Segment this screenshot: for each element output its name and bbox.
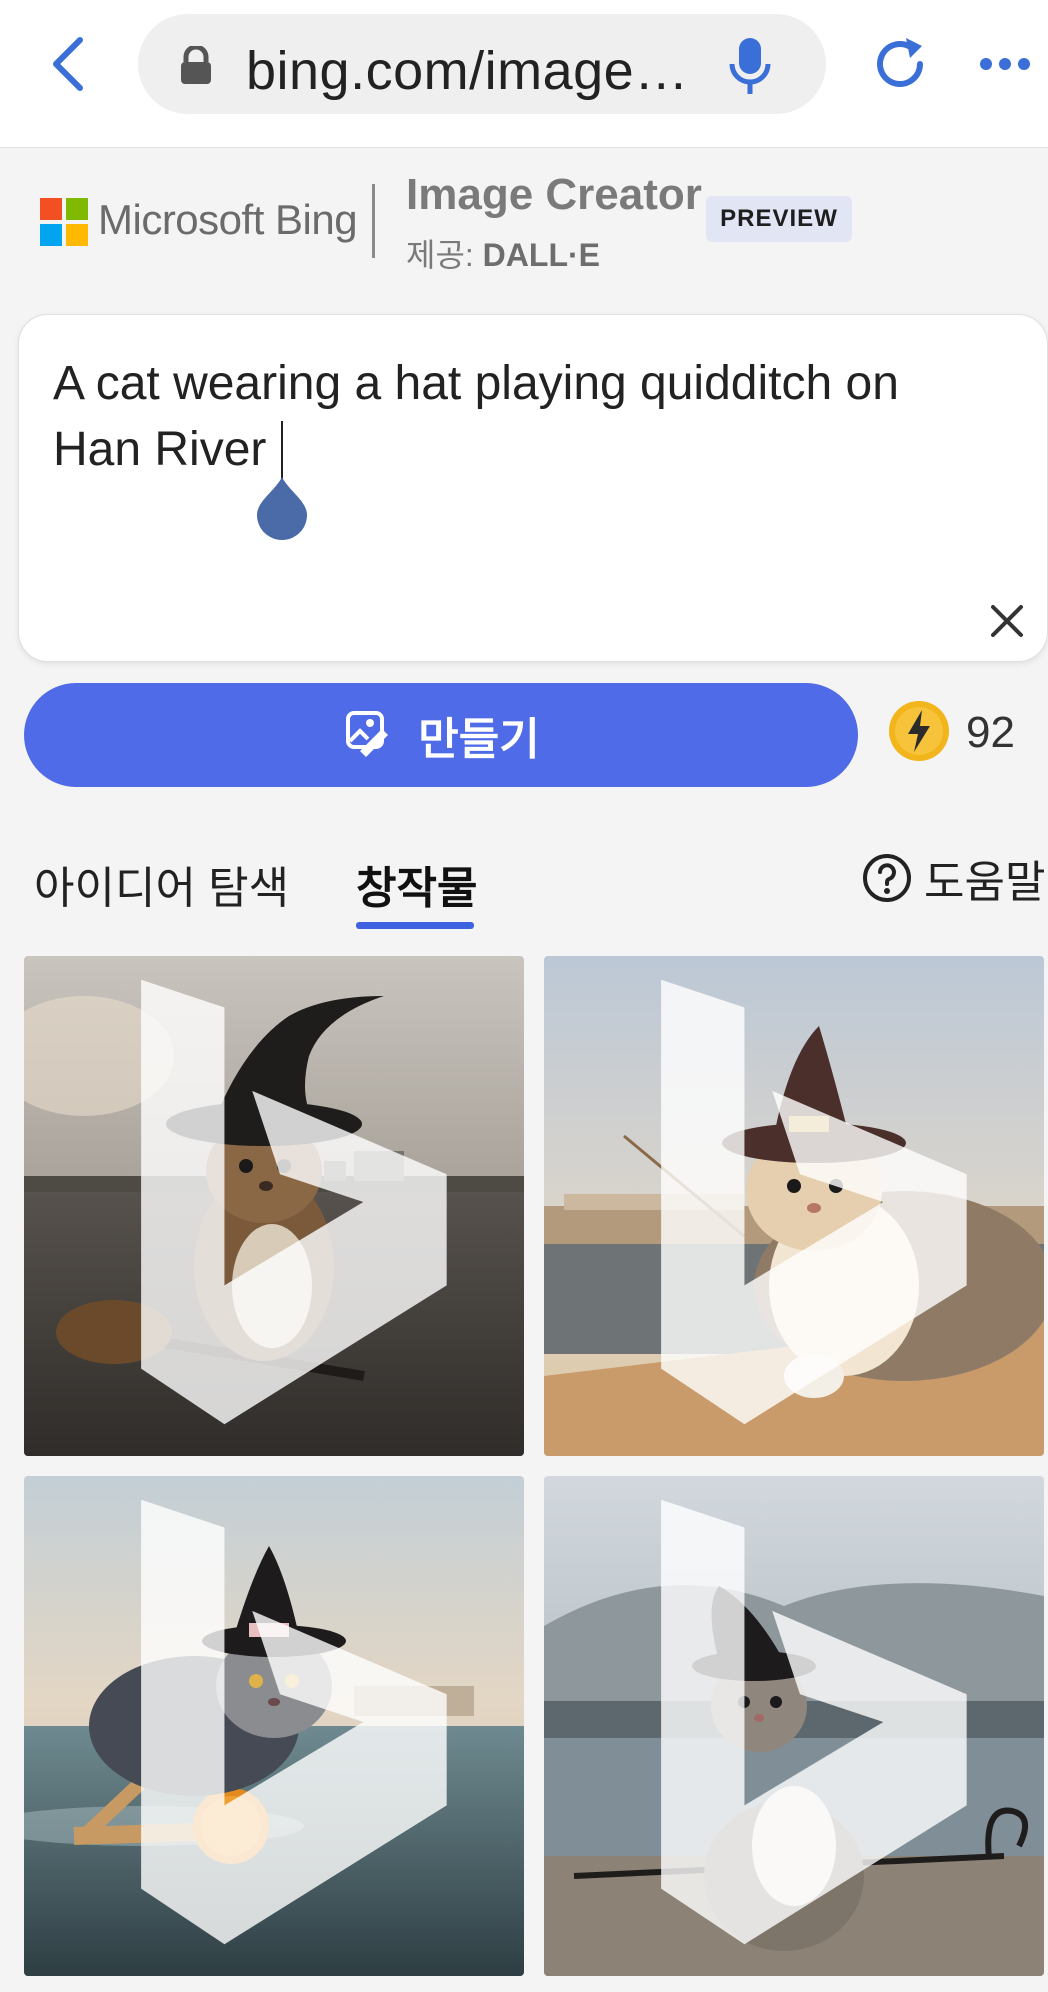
product-title[interactable]: Image Creator: [406, 170, 702, 220]
more-icon[interactable]: [978, 54, 1032, 74]
generated-image-1[interactable]: [24, 956, 524, 1456]
back-icon: [53, 37, 83, 91]
prompt-text[interactable]: A cat wearing a hat playing quidditch on…: [53, 351, 973, 483]
generated-image-3[interactable]: [24, 1476, 524, 1976]
address-bar[interactable]: bing.com/image…: [138, 14, 826, 114]
browser-toolbar: bing.com/image…: [0, 0, 1048, 148]
url-text[interactable]: bing.com/image…: [246, 40, 746, 102]
help-icon: [863, 854, 911, 902]
generated-image-2[interactable]: [544, 956, 1044, 1456]
provider-credit: 제공: DALL·E: [406, 230, 600, 276]
provider-name: DALL·E: [482, 237, 600, 273]
tab-creations[interactable]: 창작물: [356, 852, 477, 916]
back-button[interactable]: [40, 30, 96, 98]
microsoft-logo-icon: [40, 198, 88, 246]
boost-coin-icon[interactable]: [888, 700, 950, 762]
reload-icon[interactable]: [868, 32, 932, 96]
microphone-icon[interactable]: [728, 36, 772, 96]
bing-watermark-icon: [661, 1499, 967, 1945]
clear-icon[interactable]: [987, 601, 1027, 641]
active-tab-indicator: [356, 922, 474, 929]
image-grid: [24, 956, 1044, 1976]
prompt-textarea[interactable]: A cat wearing a hat playing quidditch on…: [18, 314, 1048, 662]
text-caret: [281, 421, 283, 481]
lock-icon: [181, 46, 211, 84]
brand-divider: [372, 184, 375, 258]
bing-watermark-icon: [141, 1499, 447, 1945]
provider-prefix: 제공:: [406, 237, 474, 273]
help-link[interactable]: 도움말: [862, 846, 1045, 910]
bing-watermark-icon: [661, 979, 967, 1425]
bing-watermark-icon: [141, 979, 447, 1425]
caret-handle-icon[interactable]: [255, 475, 309, 541]
generated-image-4[interactable]: [544, 1476, 1044, 1976]
preview-badge: PREVIEW: [706, 196, 852, 242]
image-create-icon: [346, 711, 389, 757]
tab-explore-ideas[interactable]: 아이디어 탐색: [34, 852, 289, 916]
brand-name[interactable]: Microsoft Bing: [98, 196, 358, 244]
brand-header: Microsoft Bing Image Creator 제공: DALL·E …: [0, 160, 1048, 280]
help-label: 도움말: [924, 858, 1046, 907]
create-button[interactable]: 만들기: [24, 683, 858, 787]
boost-count: 92: [966, 708, 1015, 757]
create-label: 만들기: [418, 715, 540, 764]
tab-bar: 아이디어 탐색 창작물 도움말: [0, 846, 1048, 946]
